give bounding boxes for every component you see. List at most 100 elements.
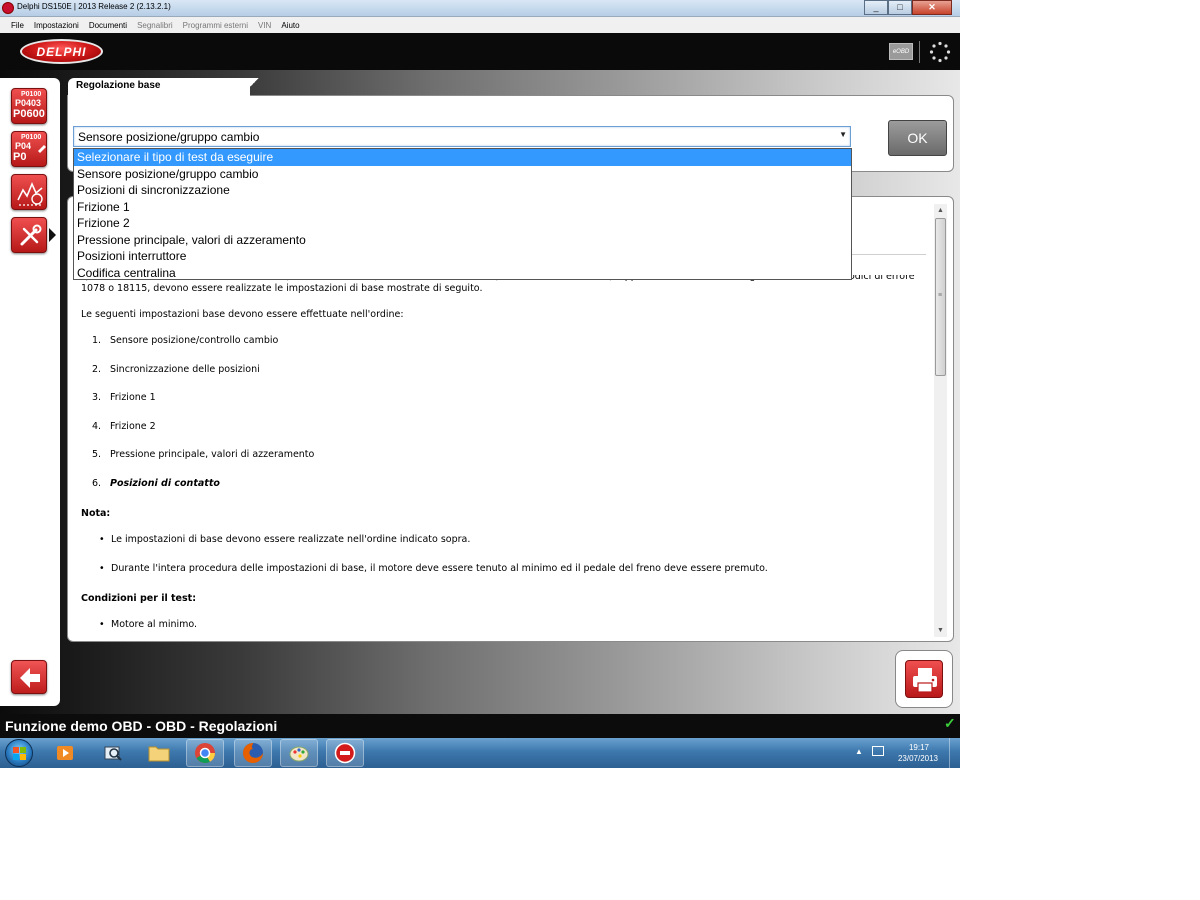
panel-title: Regolazione base xyxy=(76,80,161,91)
list-item: • Motore al minimo. xyxy=(81,619,927,638)
menu-aiuto[interactable]: Aiuto xyxy=(276,21,304,30)
delphi-logo: DELPHI xyxy=(20,39,103,64)
minimize-button[interactable]: _ xyxy=(864,0,888,15)
brand-separator xyxy=(919,41,920,63)
panel-tab-slope xyxy=(232,78,268,96)
eraser-icon xyxy=(38,145,46,153)
firefox-icon xyxy=(243,743,263,763)
test-type-select[interactable]: Sensore posizione/gruppo cambio ▼ xyxy=(73,126,851,147)
magnifier-icon xyxy=(104,746,122,761)
action-center-icon[interactable] xyxy=(872,746,884,756)
status-bar: Funzione demo OBD - OBD - Regolazioni ✓ xyxy=(0,714,960,738)
dtc-code: P04 xyxy=(15,141,32,151)
taskbar-firefox[interactable] xyxy=(234,739,272,767)
taskbar-magnifier[interactable] xyxy=(94,739,132,767)
windows-logo-icon xyxy=(13,747,26,760)
dropdown-option[interactable]: Posizioni di sincronizzazione xyxy=(74,182,851,199)
dtc-code: P0403 xyxy=(15,98,42,108)
dropdown-option[interactable]: Selezionare il tipo di test da eseguire xyxy=(74,149,851,166)
scroll-down-icon[interactable]: ▼ xyxy=(934,624,947,637)
folder-icon xyxy=(148,746,170,762)
dtc-code: P0600 xyxy=(13,108,45,120)
dropdown-option[interactable]: Frizione 2 xyxy=(74,215,851,232)
list-item: • Le impostazioni di base devono essere r… xyxy=(81,534,927,563)
note-heading: Nota: xyxy=(81,508,111,519)
chrome-icon xyxy=(195,743,216,763)
close-button[interactable]: ✕ xyxy=(912,0,952,15)
taskbar-chrome[interactable] xyxy=(186,739,224,767)
desktop-screen: Delphi DS150E | 2013 Release 2 (2.13.2.1… xyxy=(0,0,960,768)
bullet-icon: • xyxy=(99,619,105,630)
check-icon: ✓ xyxy=(944,715,956,731)
instructions-content: Quando viene sostituita l'unità del camb… xyxy=(81,275,927,638)
clock-date[interactable]: 23/07/2013 xyxy=(893,754,943,763)
menu-impostazioni[interactable]: Impostazioni xyxy=(29,21,84,30)
chevron-down-icon[interactable]: ▼ xyxy=(839,130,847,139)
window-titlebar[interactable]: Delphi DS150E | 2013 Release 2 (2.13.2.1… xyxy=(0,0,960,17)
show-desktop-button[interactable] xyxy=(949,738,960,768)
clock-time[interactable]: 19:17 xyxy=(903,743,935,752)
menu-bar: File Impostazioni Documenti Segnalibri P… xyxy=(0,17,960,33)
functions-button[interactable] xyxy=(11,217,47,253)
maximize-button[interactable]: □ xyxy=(888,0,912,15)
eobd-badge[interactable]: eOBD xyxy=(889,43,913,60)
dtc-code: P0100 xyxy=(21,134,42,141)
gauge-chart-icon xyxy=(17,181,43,206)
test-type-dropdown: Selezionare il tipo di test da eseguire … xyxy=(73,148,852,280)
menu-documenti[interactable]: Documenti xyxy=(84,21,132,30)
clear-dtc-button[interactable]: P0100 P04 P0 xyxy=(11,131,47,167)
list-item: 5. Pressione principale, valori di azzera… xyxy=(92,449,315,460)
read-dtc-button[interactable]: P0100 P0403 P0600 xyxy=(11,88,47,124)
brand-bar: DELPHI eOBD xyxy=(0,33,960,70)
menu-file[interactable]: File xyxy=(6,21,29,30)
menu-dots-icon[interactable] xyxy=(929,41,951,63)
back-button[interactable] xyxy=(11,660,47,694)
tray-expand-icon[interactable]: ▲ xyxy=(855,747,863,756)
paint-icon xyxy=(289,746,309,762)
menu-programmi-esterni[interactable]: Programmi esterni xyxy=(178,21,253,30)
live-data-button[interactable] xyxy=(11,174,47,210)
steps-list: 1. Sensore posizione/controllo cambio 2. S… xyxy=(81,335,927,506)
media-player-icon xyxy=(57,746,73,760)
list-item: 6. Posizioni di contatto xyxy=(92,477,220,489)
scroll-up-icon[interactable]: ▲ xyxy=(934,204,947,217)
start-button[interactable] xyxy=(5,739,33,767)
status-text: Funzione demo OBD - OBD - Regolazioni xyxy=(5,718,278,734)
taskbar-media-player[interactable] xyxy=(46,739,84,767)
scroll-thumb[interactable]: ≡ xyxy=(935,218,946,376)
dropdown-option[interactable]: Frizione 1 xyxy=(74,199,851,216)
window-title: Delphi DS150E | 2013 Release 2 (2.13.2.1… xyxy=(17,2,171,11)
dtc-code: P0 xyxy=(13,151,27,163)
list-item: 2. Sincronizzazione delle posizioni xyxy=(92,363,260,375)
taskbar-delphi[interactable] xyxy=(326,739,364,767)
conditions-heading: Condizioni per il test: xyxy=(81,593,196,604)
delphi-app-icon xyxy=(334,742,356,764)
taskbar-explorer[interactable] xyxy=(140,739,178,767)
grip-icon: ≡ xyxy=(938,292,943,299)
print-button[interactable] xyxy=(905,660,943,698)
list-item: 4. Frizione 2 xyxy=(92,420,156,432)
list-item: • Durante l'intera procedura delle impost… xyxy=(81,563,927,592)
active-indicator-arrow xyxy=(49,228,56,242)
dropdown-option[interactable]: Codifica centralina xyxy=(74,265,851,282)
ok-button[interactable]: OK xyxy=(888,120,947,156)
content-scrollbar[interactable]: ▲ ≡ ▼ xyxy=(934,204,947,637)
menu-segnalibri[interactable]: Segnalibri xyxy=(132,21,178,30)
list-item: 1. Sensore posizione/controllo cambio xyxy=(92,335,279,346)
select-value: Sensore posizione/gruppo cambio xyxy=(78,130,260,144)
logo-text: DELPHI xyxy=(36,44,87,59)
arrow-left-icon xyxy=(20,668,40,688)
dropdown-option[interactable]: Pressione principale, valori di azzerame… xyxy=(74,232,851,249)
tools-icon xyxy=(20,224,42,246)
list-item: 3. Frizione 1 xyxy=(92,392,156,403)
window-controls: _ □ ✕ xyxy=(864,0,952,15)
dtc-code: P0100 xyxy=(21,91,42,98)
app-icon xyxy=(2,2,14,14)
taskbar: ▲ 19:17 23/07/2013 xyxy=(0,738,960,768)
dropdown-option[interactable]: Posizioni interruttore xyxy=(74,248,851,265)
left-sidebar xyxy=(0,78,60,706)
menu-vin[interactable]: VIN xyxy=(253,21,276,30)
dropdown-option[interactable]: Sensore posizione/gruppo cambio xyxy=(74,166,851,183)
taskbar-paint[interactable] xyxy=(280,739,318,767)
bullet-icon: • xyxy=(99,534,105,545)
